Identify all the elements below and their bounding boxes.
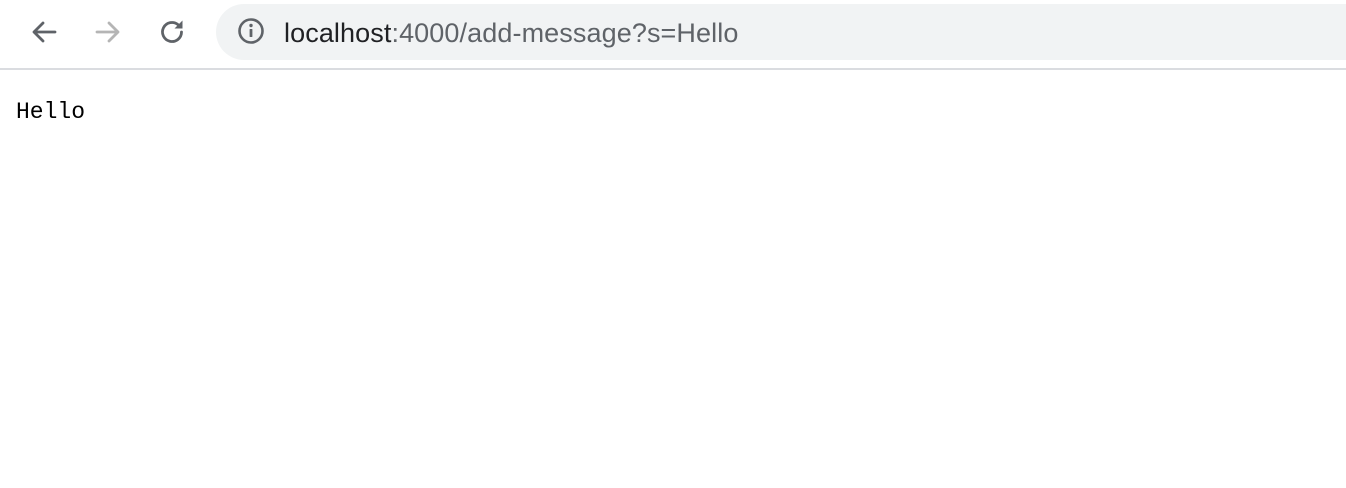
url-host: localhost: [284, 18, 392, 48]
url-path: :4000/add-message?s=Hello: [391, 18, 739, 48]
url-text[interactable]: localhost:4000/add-message?s=Hello: [284, 17, 738, 49]
info-icon: [236, 16, 266, 51]
browser-toolbar: localhost:4000/add-message?s=Hello: [0, 0, 1346, 70]
site-info-button[interactable]: [236, 16, 266, 51]
forward-button[interactable]: [88, 12, 128, 52]
arrow-right-icon: [92, 16, 124, 48]
reload-button[interactable]: [152, 12, 192, 52]
page-content: Hello: [16, 96, 85, 128]
address-bar[interactable]: localhost:4000/add-message?s=Hello: [216, 4, 1346, 60]
back-button[interactable]: [24, 12, 64, 52]
reload-icon: [156, 16, 188, 48]
arrow-left-icon: [28, 16, 60, 48]
message-text: Hello: [16, 99, 86, 125]
